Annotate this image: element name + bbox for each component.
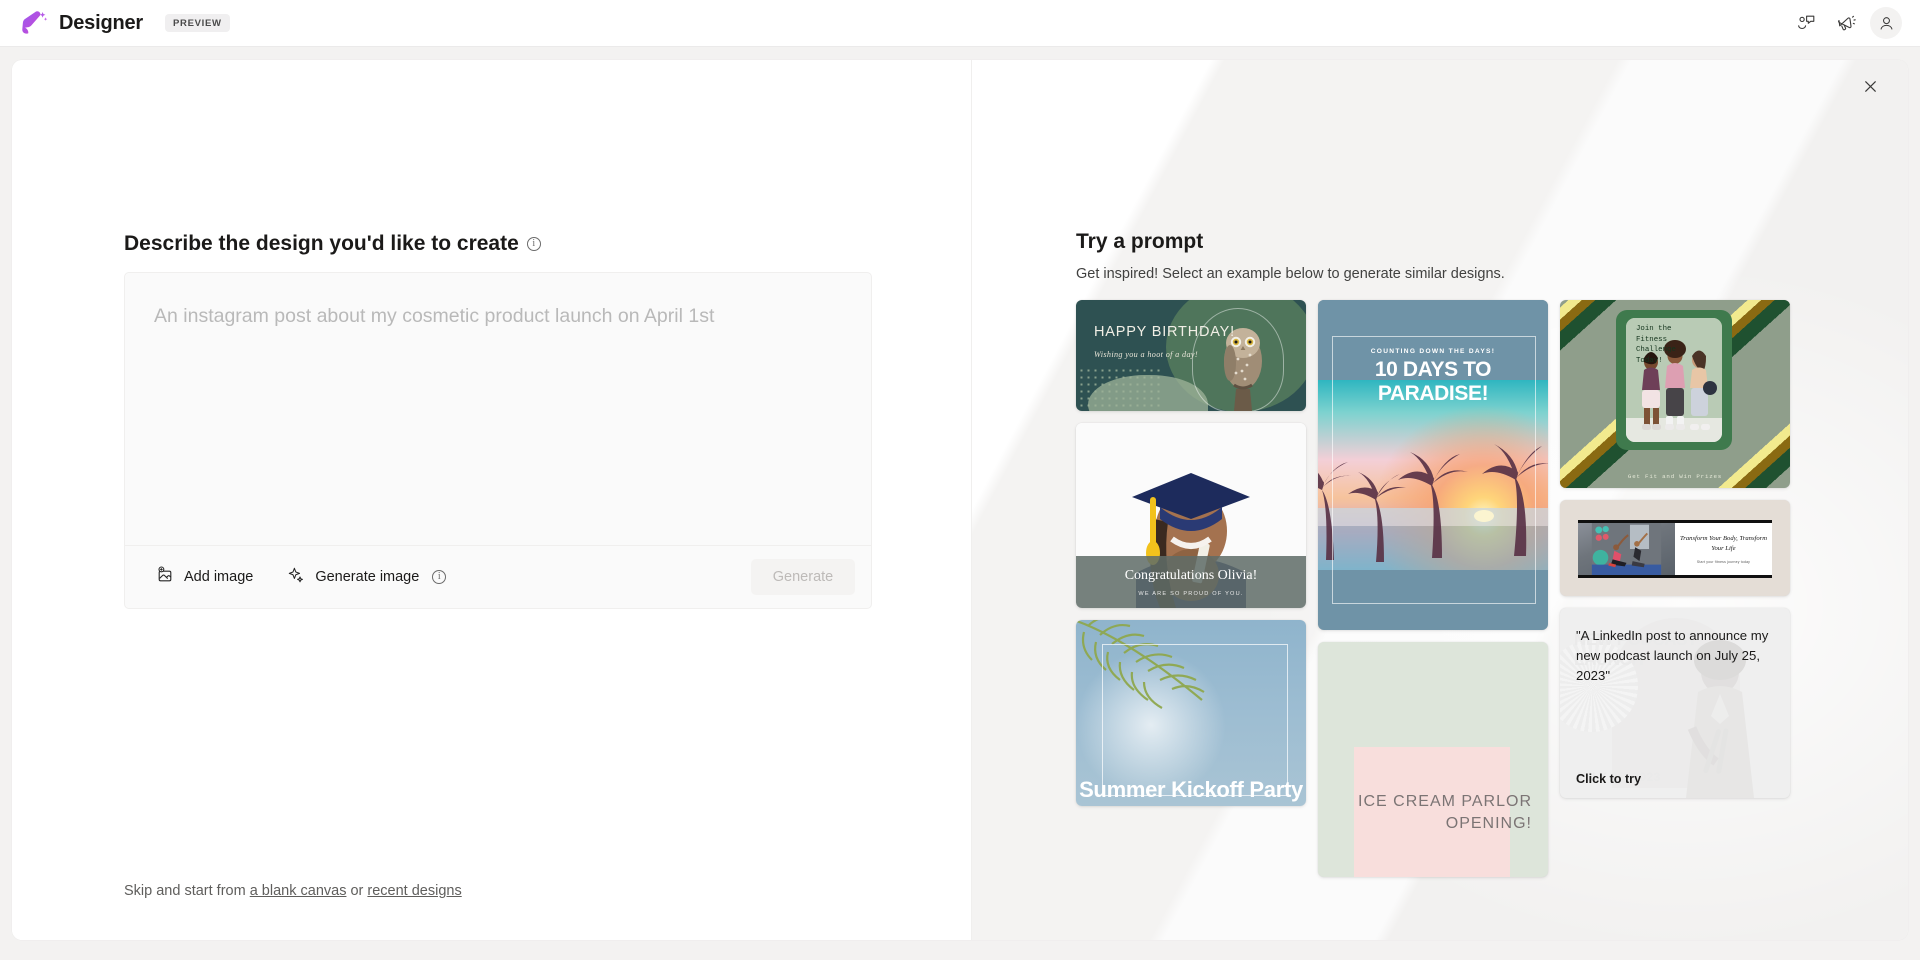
- prompt-input[interactable]: [125, 273, 871, 521]
- card-title: Join the Fitness Challenge Today!: [1636, 325, 1676, 365]
- generate-button[interactable]: Generate: [751, 559, 855, 595]
- generate-image-label: Generate image: [315, 569, 420, 585]
- gallery-header: Try a prompt Get inspired! Select an exa…: [1076, 230, 1505, 282]
- gallery-column: Join the Fitness Challenge Today! Get Fi…: [1560, 300, 1790, 900]
- feedback-icon[interactable]: [1790, 7, 1822, 39]
- skip-middle: or: [346, 883, 368, 899]
- card-caption: Congratulations Olivia! WE ARE SO PROUD …: [1076, 556, 1306, 608]
- click-to-try-label: Click to try: [1576, 772, 1642, 786]
- prompt-pane: Describe the design you'd like to create…: [12, 60, 972, 940]
- stretching-women-illustration: [1591, 523, 1662, 575]
- card-title: Transform Your Body, Transform Your Life: [1680, 535, 1767, 552]
- skip-prefix: Skip and start from: [124, 883, 250, 899]
- create-design-dialog: Describe the design you'd like to create…: [12, 60, 1908, 940]
- card-sheet: Transform Your Body, Transform Your Life…: [1578, 520, 1772, 578]
- prompt-gallery: HAPPY BIRTHDAY! Wishing you a hoot of a …: [1076, 300, 1826, 900]
- gallery-column: COUNTING DOWN THE DAYS! 10 DAYS TO PARAD…: [1318, 300, 1548, 900]
- skip-start-row: Skip and start from a blank canvas or re…: [124, 883, 462, 899]
- decorative-frame: [1102, 644, 1288, 796]
- gallery-card-graduation[interactable]: Congratulations Olivia! WE ARE SO PROUD …: [1076, 423, 1306, 608]
- gallery-card-paradise-countdown[interactable]: COUNTING DOWN THE DAYS! 10 DAYS TO PARAD…: [1318, 300, 1548, 630]
- card-kicker: COUNTING DOWN THE DAYS!: [1370, 348, 1496, 355]
- prompt-heading-row: Describe the design you'd like to create…: [124, 232, 541, 256]
- card-title: 10 DAYS TO PARADISE!: [1374, 358, 1492, 405]
- add-image-icon: [156, 566, 174, 588]
- card-prompt-text: "A LinkedIn post to announce my new podc…: [1576, 628, 1769, 683]
- inspiration-pane: Try a prompt Get inspired! Select an exa…: [972, 60, 1908, 940]
- gallery-card-birthday-owl[interactable]: HAPPY BIRTHDAY! Wishing you a hoot of a …: [1076, 300, 1306, 411]
- recent-designs-link[interactable]: recent designs: [367, 883, 461, 899]
- preview-badge: PREVIEW: [165, 14, 230, 32]
- app-header-actions: [1790, 7, 1920, 39]
- megaphone-icon[interactable]: [1830, 7, 1862, 39]
- page-title: Describe the design you'd like to create: [124, 232, 519, 255]
- card-footer: Get Fit and Win Prizes: [1627, 473, 1723, 480]
- card-text-side: Transform Your Body, Transform Your Life…: [1675, 523, 1772, 575]
- card-subtitle: Wishing you a hoot of a day!: [1094, 350, 1198, 359]
- gym-photo: [1578, 523, 1675, 575]
- sparkle-icon: [287, 566, 305, 588]
- account-icon[interactable]: [1870, 7, 1902, 39]
- generate-image-button[interactable]: Generate image i: [278, 560, 455, 594]
- brand: Designer PREVIEW: [0, 9, 230, 37]
- card-title: ICE CREAM PARLOR OPENING!: [1358, 793, 1532, 832]
- card-subtitle: Start your fitness journey today: [1696, 560, 1751, 564]
- prompt-composer: Add image Generate image i Generate: [124, 272, 872, 609]
- card-text: HAPPY BIRTHDAY! Wishing you a hoot of a …: [1094, 324, 1235, 359]
- designer-logo-icon: [20, 9, 48, 37]
- gallery-card-podcast-launch[interactable]: NEW PODCAST LAUNCH JULY 25, 2023 "A Link…: [1560, 608, 1790, 798]
- gallery-card-fitness-challenge[interactable]: Join the Fitness Challenge Today! Get Fi…: [1560, 300, 1790, 488]
- card-title: Summer Kickoff Party: [1079, 777, 1303, 802]
- gallery-subtitle: Get inspired! Select an example below to…: [1076, 266, 1505, 282]
- close-icon[interactable]: [1854, 70, 1886, 102]
- decorative-dots: [1078, 367, 1164, 411]
- info-icon[interactable]: i: [432, 570, 447, 584]
- gallery-card-ice-cream-parlor[interactable]: ICE CREAM PARLOR OPENING!: [1318, 642, 1548, 877]
- add-image-button[interactable]: Add image: [147, 560, 262, 594]
- card-title: HAPPY BIRTHDAY!: [1094, 324, 1235, 340]
- gallery-column: HAPPY BIRTHDAY! Wishing you a hoot of a …: [1076, 300, 1306, 900]
- composer-toolbar: Add image Generate image i Generate: [125, 545, 871, 608]
- blank-canvas-link[interactable]: a blank canvas: [250, 883, 347, 899]
- gallery-card-summer-kickoff[interactable]: Summer Kickoff Party: [1076, 620, 1306, 806]
- card-title: Congratulations Olivia!: [1124, 567, 1258, 583]
- gallery-card-transform-body[interactable]: Transform Your Body, Transform Your Life…: [1560, 500, 1790, 596]
- info-icon[interactable]: i: [526, 237, 541, 251]
- app-header: Designer PREVIEW: [0, 0, 1920, 47]
- add-image-label: Add image: [184, 569, 254, 585]
- brand-name: Designer: [59, 11, 143, 34]
- gallery-title: Try a prompt: [1076, 230, 1204, 253]
- card-subtitle: WE ARE SO PROUD OF YOU.: [1138, 590, 1244, 597]
